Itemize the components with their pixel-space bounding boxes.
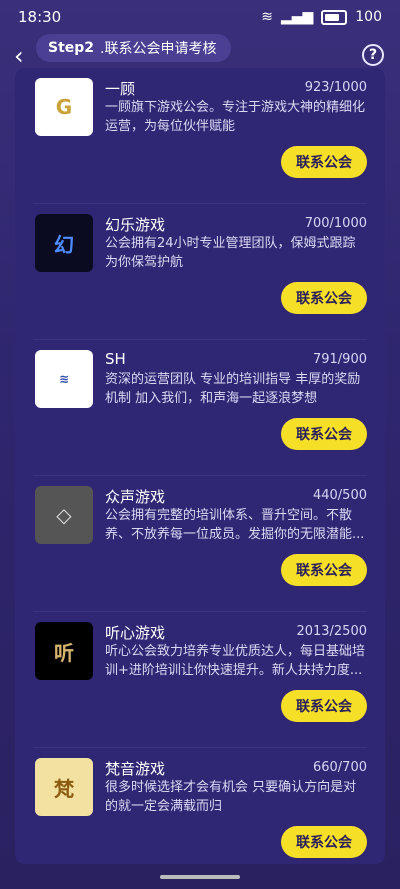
guild-desc: 资深的运营团队 专业的培训指导 丰厚的奖励机制 加入我们，和声海一起逐浪梦想 <box>105 372 361 406</box>
guild-count: 660/700 <box>312 760 367 775</box>
status-time: 18:30 <box>18 8 62 26</box>
guild-list: G 一顾 923/1000 一顾旗下游戏公会。专注于游戏大神的精细化运营，为每位… <box>15 68 385 864</box>
guild-item: 幻 幻乐游戏 700/1000 公会拥有24小时专业管理团队，保姆式跟踪为你保驾… <box>15 204 385 340</box>
guild-item: G 一顾 923/1000 一顾旗下游戏公会。专注于游戏大神的精细化运营，为每位… <box>15 68 385 204</box>
status-icons: ≋ ▂▄▆ 100 <box>261 9 382 25</box>
guild-desc: 公会拥有24小时专业管理团队，保姆式跟踪为你保驾护航 <box>105 236 356 270</box>
guild-logo: 梵 <box>35 758 93 816</box>
contact-guild-button[interactable]: 联系公会 <box>281 554 367 586</box>
title-label: .联系公会申请考核 <box>100 41 217 57</box>
battery-icon <box>321 9 348 25</box>
guild-name: SH <box>105 350 126 368</box>
guild-count: 700/1000 <box>304 216 367 231</box>
guild-desc: 一顾旗下游戏公会。专注于游戏大神的精细化运营，为每位伙伴赋能 <box>105 100 366 134</box>
guild-logo: ◇ <box>35 486 93 544</box>
guild-count: 923/1000 <box>304 80 367 95</box>
guild-item: 梵 梵音游戏 660/700 很多时候选择才会有机会 只要确认方向是对的就一定会… <box>15 748 385 864</box>
guild-logo: 听 <box>35 622 93 680</box>
chevron-left-icon[interactable]: ‹ <box>14 44 38 68</box>
guild-count: 440/500 <box>312 488 367 503</box>
guild-count: 791/900 <box>312 352 367 367</box>
step-label: Step2 <box>48 40 95 56</box>
page-title: Step2 .联系公会申请考核 <box>36 34 231 62</box>
guild-name: 听心游戏 <box>105 624 166 642</box>
guild-item: 听 听心游戏 2013/2500 听心公会致力培养专业优质达人，每日基础培训+进… <box>15 612 385 748</box>
guild-desc: 公会拥有完整的培训体系、晋升空间。不散养、不放养每一位成员。发掘你的无限潜能..… <box>105 508 365 542</box>
guild-desc: 很多时候选择才会有机会 只要确认方向是对的就一定会满载而归 <box>105 780 357 814</box>
battery-level: 100 <box>355 9 382 25</box>
guild-name: 梵音游戏 <box>105 760 166 778</box>
guild-name: 一顾 <box>105 80 136 98</box>
home-indicator[interactable] <box>160 875 240 879</box>
guild-name: 众声游戏 <box>105 488 166 506</box>
guild-name: 幻乐游戏 <box>105 216 166 234</box>
status-bar: 18:30 ≋ ▂▄▆ 100 <box>0 0 400 34</box>
signal-icon: ▂▄▆ <box>280 9 314 25</box>
header: ‹ Step2 .联系公会申请考核 ? <box>0 34 400 78</box>
guild-logo: G <box>35 78 93 136</box>
guild-count: 2013/2500 <box>296 624 367 639</box>
contact-guild-button[interactable]: 联系公会 <box>281 282 367 314</box>
help-icon[interactable]: ? <box>362 44 384 66</box>
contact-guild-button[interactable]: 联系公会 <box>281 826 367 858</box>
wifi-icon: ≋ <box>261 9 273 25</box>
contact-guild-button[interactable]: 联系公会 <box>281 146 367 178</box>
guild-logo: ≋ <box>35 350 93 408</box>
contact-guild-button[interactable]: 联系公会 <box>281 690 367 722</box>
guild-desc: 听心公会致力培养专业优质达人，每日基础培训+进阶培训让你快速提升。新人扶持力度.… <box>105 644 366 678</box>
guild-logo: 幻 <box>35 214 93 272</box>
guild-item: ≋ SH 791/900 资深的运营团队 专业的培训指导 丰厚的奖励机制 加入我… <box>15 340 385 476</box>
guild-item: ◇ 众声游戏 440/500 公会拥有完整的培训体系、晋升空间。不散养、不放养每… <box>15 476 385 612</box>
contact-guild-button[interactable]: 联系公会 <box>281 418 367 450</box>
